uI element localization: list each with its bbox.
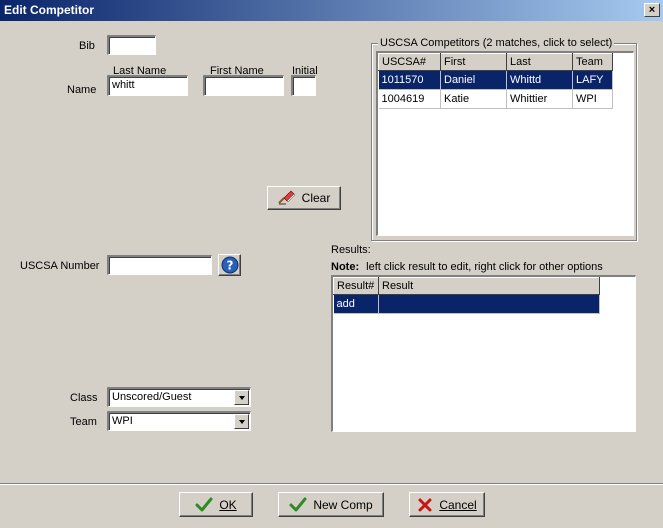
footer-separator xyxy=(0,483,663,485)
column-header[interactable]: First xyxy=(440,53,507,71)
table-cell: 1011570 xyxy=(378,70,441,90)
clear-button-label: Clear xyxy=(301,191,331,205)
table-cell xyxy=(378,294,600,314)
results-label: Results: xyxy=(331,244,371,256)
first-name-input[interactable] xyxy=(203,75,284,96)
column-header[interactable]: USCSA# xyxy=(378,53,441,71)
result-row[interactable]: add xyxy=(333,294,600,314)
class-select[interactable]: Unscored/Guest xyxy=(107,387,251,407)
cancel-button-label: Cancel xyxy=(439,497,477,512)
initial-input[interactable] xyxy=(291,75,316,96)
chevron-down-icon[interactable] xyxy=(234,414,249,429)
checkmark-icon xyxy=(195,497,213,513)
cancel-button[interactable]: Cancel xyxy=(409,492,485,517)
team-label: Team xyxy=(70,416,97,428)
eraser-icon xyxy=(277,189,296,208)
table-cell: Whittd xyxy=(506,70,573,90)
competitor-row[interactable]: 1011570 Daniel Whittd LAFY xyxy=(378,70,613,90)
x-icon xyxy=(417,497,433,513)
bib-label: Bib xyxy=(79,40,95,52)
uscsa-number-input[interactable] xyxy=(107,255,212,275)
table-cell: Whittier xyxy=(506,89,573,109)
competitors-grid[interactable]: USCSA# First Last Team 1011570 Daniel Whittd L… xyxy=(376,51,634,236)
title-bar: Edit Competitor × xyxy=(0,0,663,21)
table-cell: Katie xyxy=(440,89,507,109)
last-name-input[interactable]: whitt xyxy=(107,75,188,96)
competitors-table: USCSA# First Last Team 1011570 Daniel Whittd L… xyxy=(378,53,613,109)
new-comp-button[interactable]: New Comp xyxy=(278,492,384,517)
column-header[interactable]: Last xyxy=(506,53,573,71)
window-title: Edit Competitor xyxy=(4,3,94,17)
results-note-bold: Note: xyxy=(331,261,360,273)
name-label: Name xyxy=(67,84,97,96)
column-header[interactable]: Result# xyxy=(333,277,379,295)
svg-text:?: ? xyxy=(226,259,233,273)
results-table: Result# Result add xyxy=(333,277,600,314)
column-header[interactable]: Team xyxy=(572,53,613,71)
class-select-value: Unscored/Guest xyxy=(112,391,192,403)
checkmark-icon xyxy=(289,497,307,513)
help-icon: ? xyxy=(221,256,239,274)
table-cell: 1004619 xyxy=(378,89,441,109)
ok-button[interactable]: OK xyxy=(179,492,253,517)
lookup-help-button[interactable]: ? xyxy=(218,254,241,276)
results-note: Note: left click result to edit, right c… xyxy=(331,261,603,273)
results-grid[interactable]: Result# Result add xyxy=(331,275,636,432)
table-cell: add xyxy=(333,294,379,314)
competitors-group-legend: USCSA Competitors (2 matches, click to s… xyxy=(378,37,615,49)
chevron-down-icon[interactable] xyxy=(234,390,249,405)
results-note-text: left click result to edit, right click f… xyxy=(366,261,603,273)
competitor-row[interactable]: 1004619 Katie Whittier WPI xyxy=(378,89,613,109)
class-label: Class xyxy=(70,392,98,404)
table-cell: WPI xyxy=(572,89,613,109)
clear-button[interactable]: Clear xyxy=(267,186,341,210)
close-icon: × xyxy=(648,4,656,16)
close-button[interactable]: × xyxy=(644,3,660,17)
uscsa-number-label: USCSA Number xyxy=(20,260,100,272)
new-comp-button-label: New Comp xyxy=(313,497,373,512)
team-select[interactable]: WPI xyxy=(107,411,251,431)
column-header[interactable]: Result xyxy=(378,277,600,295)
table-cell: Daniel xyxy=(440,70,507,90)
team-select-value: WPI xyxy=(112,415,133,427)
ok-button-label: OK xyxy=(219,497,237,512)
table-cell: LAFY xyxy=(572,70,613,90)
bib-input[interactable] xyxy=(107,35,156,55)
